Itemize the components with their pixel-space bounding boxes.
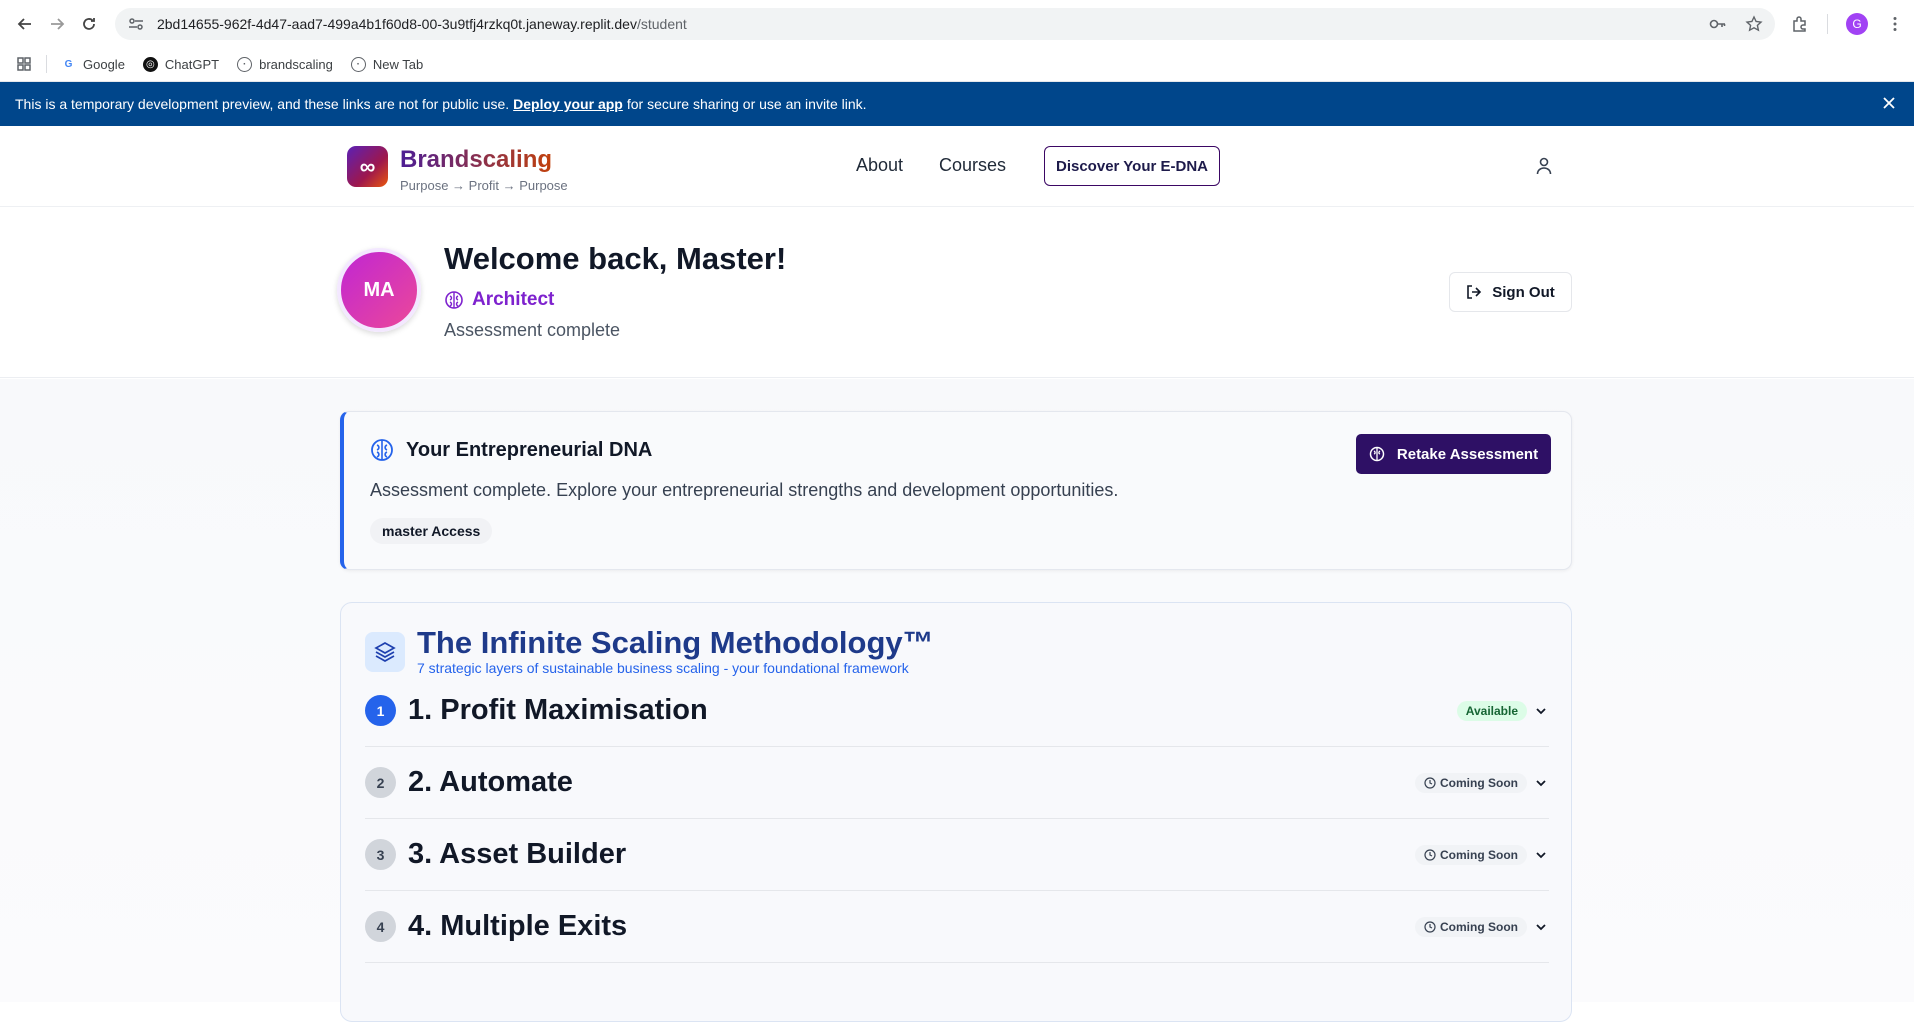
- key-icon[interactable]: [1709, 15, 1727, 33]
- bookmarks-divider: [46, 55, 47, 73]
- access-badge: master Access: [370, 518, 493, 544]
- chevron-down-icon[interactable]: [1533, 847, 1549, 863]
- brand-tagline: Purpose → Profit → Purpose: [400, 178, 568, 193]
- logout-icon: [1467, 285, 1482, 299]
- sign-out-label: Sign Out: [1492, 283, 1555, 301]
- methodology-title: The Infinite Scaling Methodology™: [417, 625, 934, 660]
- banner-text-end: for secure sharing or use an invite link…: [626, 96, 867, 112]
- dna-card: Your Entrepreneurial DNA Assessment comp…: [340, 411, 1572, 570]
- url-path: /student: [636, 15, 687, 32]
- bookmark-new-tab[interactable]: · New Tab: [350, 56, 424, 72]
- layer-number: 2: [365, 767, 396, 798]
- forward-button[interactable]: [42, 8, 71, 40]
- layer-number: 1: [365, 695, 396, 726]
- brain-icon: [445, 291, 463, 309]
- bookmark-label: New Tab: [372, 56, 424, 72]
- close-icon[interactable]: [1880, 94, 1898, 112]
- chevron-down-icon[interactable]: [1533, 703, 1549, 719]
- bookmark-brandscaling[interactable]: · brandscaling: [237, 56, 333, 72]
- retake-label: Retake Assessment: [1396, 445, 1539, 463]
- main-content: Your Entrepreneurial DNA Assessment comp…: [0, 379, 1914, 1022]
- brand-name[interactable]: Brandscaling: [400, 146, 552, 174]
- globe-icon: ·: [237, 56, 253, 72]
- type-label: Architect: [472, 289, 555, 310]
- status-label: Available: [1465, 703, 1518, 718]
- arrow-right-icon: [50, 17, 65, 30]
- more-menu-icon[interactable]: [1886, 15, 1904, 33]
- bookmark-google[interactable]: G Google: [61, 57, 125, 72]
- banner-text: This is a temporary development preview,…: [15, 96, 510, 112]
- globe-icon: ·: [350, 56, 366, 72]
- discover-edna-button[interactable]: Discover Your E-DNA: [1044, 146, 1220, 186]
- assessment-status: Assessment complete: [444, 320, 621, 340]
- clock-icon: [1424, 848, 1436, 861]
- layer-title: 1. Profit Maximisation: [408, 694, 708, 726]
- status-badge: Coming Soon: [1415, 772, 1527, 793]
- chevron-down-icon[interactable]: [1533, 919, 1549, 935]
- chevron-down-icon[interactable]: [1533, 775, 1549, 791]
- layer-title: 2. Automate: [408, 766, 573, 798]
- browser-toolbar: 2bd14655-962f-4d47-aad7-499a4b1f60d8-00-…: [0, 0, 1914, 47]
- reload-icon: [83, 17, 96, 30]
- bookmark-label: Google: [83, 56, 125, 72]
- clock-icon: [1424, 776, 1436, 789]
- welcome-section: MA Welcome back, Master! Architect Asses…: [0, 207, 1914, 378]
- deploy-app-link[interactable]: Deploy your app: [513, 96, 623, 112]
- user-icon[interactable]: [1536, 157, 1552, 175]
- layer-title: 3. Asset Builder: [408, 838, 627, 870]
- brand-logo[interactable]: ∞: [347, 146, 388, 187]
- bookmark-chatgpt[interactable]: ◎ ChatGPT: [142, 56, 220, 72]
- address-bar[interactable]: 2bd14655-962f-4d47-aad7-499a4b1f60d8-00-…: [114, 7, 1775, 40]
- layer-title: 4. Multiple Exits: [408, 910, 628, 942]
- dev-preview-banner: This is a temporary development preview,…: [0, 82, 1914, 126]
- dna-card-header: Your Entrepreneurial DNA: [370, 438, 652, 462]
- dna-card-title: Your Entrepreneurial DNA: [406, 438, 653, 461]
- toolbar-divider: [1826, 13, 1828, 34]
- back-button[interactable]: [10, 8, 39, 40]
- layers-icon: [365, 632, 405, 672]
- layer-row-4[interactable]: 4 4. Multiple Exits Coming Soon: [365, 891, 1549, 963]
- brain-icon: [371, 439, 393, 461]
- methodology-card: The Infinite Scaling Methodology™ 7 stra…: [340, 602, 1572, 1022]
- extensions-icon[interactable]: [1791, 15, 1809, 33]
- status-badge: Coming Soon: [1415, 916, 1527, 937]
- url-host: 2bd14655-962f-4d47-aad7-499a4b1f60d8-00-…: [156, 15, 637, 32]
- chatgpt-icon: ◎: [142, 56, 158, 72]
- google-icon: G: [64, 58, 73, 70]
- bookmark-label: brandscaling: [259, 56, 333, 72]
- dna-card-description: Assessment complete. Explore your entrep…: [370, 480, 1119, 500]
- site-settings-icon[interactable]: [127, 15, 145, 33]
- brain-icon: [1369, 446, 1385, 462]
- nav-courses[interactable]: Courses: [939, 155, 1006, 176]
- arrow-left-icon: [17, 17, 31, 30]
- bookmark-label: ChatGPT: [164, 56, 220, 72]
- status-label: Coming Soon: [1440, 847, 1518, 862]
- profile-avatar[interactable]: G: [1845, 12, 1868, 35]
- layer-number: 3: [365, 839, 396, 870]
- layer-number: 4: [365, 911, 396, 942]
- layer-row-2[interactable]: 2 2. Automate Coming Soon: [365, 747, 1549, 819]
- reload-button[interactable]: [75, 8, 104, 40]
- status-badge: Available: [1456, 700, 1527, 721]
- status-label: Coming Soon: [1440, 775, 1518, 790]
- status-badge: Coming Soon: [1415, 844, 1527, 865]
- page-title: Welcome back, Master!: [444, 241, 787, 276]
- methodology-subtitle: 7 strategic layers of sustainable busine…: [417, 660, 909, 676]
- apps-grid-icon[interactable]: [16, 56, 32, 72]
- nav-about[interactable]: About: [856, 155, 903, 176]
- status-label: Coming Soon: [1440, 919, 1518, 934]
- bookmark-star-icon[interactable]: [1745, 14, 1763, 33]
- avatar: MA: [337, 248, 421, 332]
- retake-assessment-button[interactable]: Retake Assessment: [1356, 434, 1551, 474]
- layer-row-3[interactable]: 3 3. Asset Builder Coming Soon: [365, 819, 1549, 891]
- site-header: ∞ Brandscaling Purpose → Profit → Purpos…: [0, 126, 1914, 207]
- entrepreneur-type: Architect: [444, 289, 554, 311]
- url-text: 2bd14655-962f-4d47-aad7-499a4b1f60d8-00-…: [157, 16, 1709, 32]
- sign-out-button[interactable]: Sign Out: [1449, 272, 1572, 312]
- layer-row-1[interactable]: 1 1. Profit Maximisation Available: [365, 675, 1549, 747]
- clock-icon: [1424, 920, 1436, 933]
- bookmarks-bar: G Google ◎ ChatGPT · brandscaling · New …: [0, 47, 1914, 82]
